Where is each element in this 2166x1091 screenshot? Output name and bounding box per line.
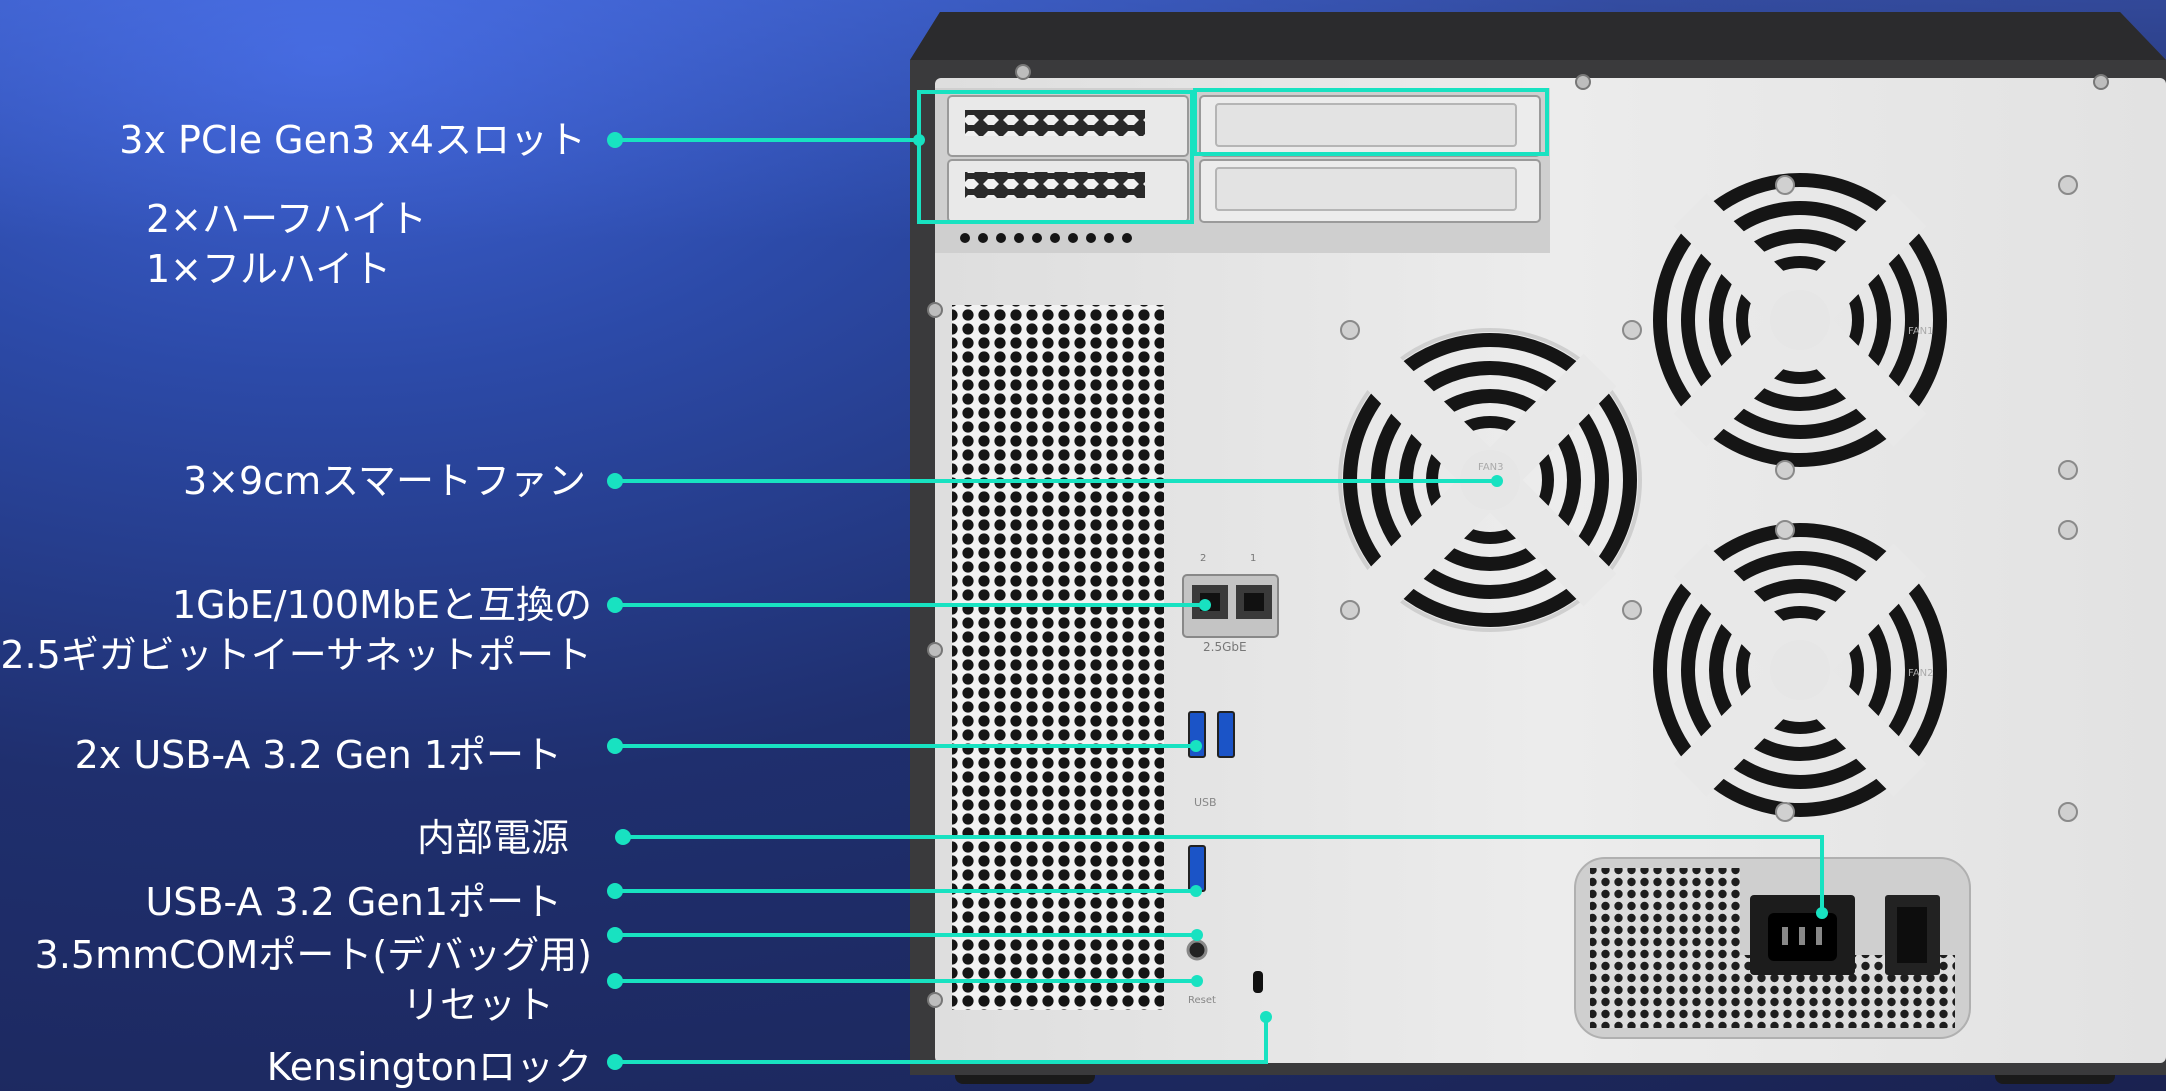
usb-dual-label: 2x USB-A 3.2 Gen 1ポート (74, 733, 562, 777)
pcie-slots-label: 3x PCIe Gen3 x4スロット (119, 118, 586, 162)
kensington-lock-label: Kensingtonロック (266, 1045, 592, 1089)
ethernet-label-line1: 1GbE/100MbEと互換の (171, 583, 592, 627)
com-port-label: 3.5mmCOMポート(デバッグ用) (34, 933, 592, 977)
usb-single-label: USB-A 3.2 Gen1ポート (145, 880, 562, 924)
reset-label: リセット (401, 983, 554, 1027)
pcie-full-height-label: 1×フルハイト (146, 247, 392, 291)
ethernet-label-line2: 2x 2.5ギガビットイーサネットポート (0, 633, 592, 677)
smart-fan-label: 3×9cmスマートファン (183, 459, 586, 503)
pcie-half-height-label: 2×ハーフハイト (146, 197, 427, 241)
leader-lines (607, 132, 1828, 1070)
psu-label: 内部電源 (416, 816, 569, 860)
